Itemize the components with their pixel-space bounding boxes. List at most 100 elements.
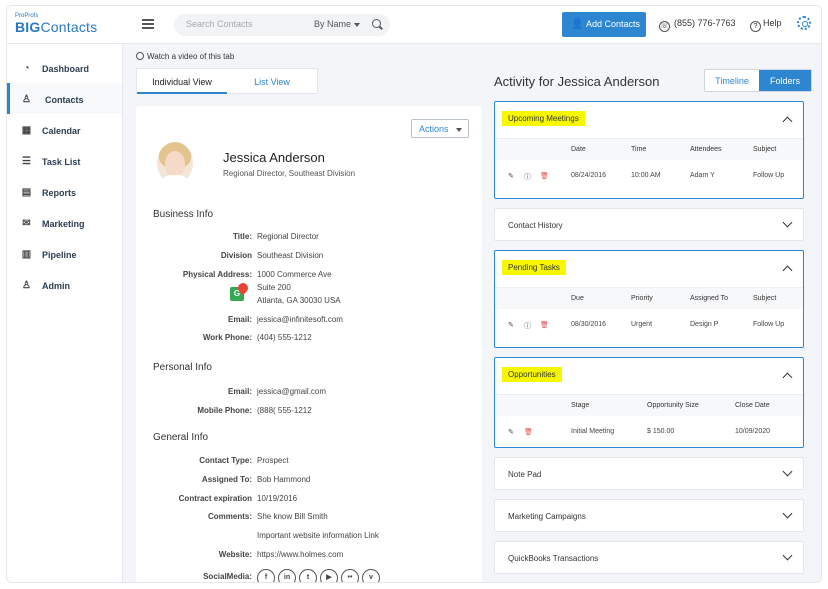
table-header: Stage Opportunity Size Close Date [495,394,803,416]
table-row: ✎ 🗑 Initial Meeting $ 150.00 10/09/2020 [508,428,771,436]
pipeline-icon: ▥ [21,249,32,260]
upcoming-meetings-panel: Upcoming Meetings Date Time Attendees Su… [494,101,804,199]
field-value: Atlanta, GA 30030 USA [257,296,341,305]
quickbooks-transactions-panel[interactable]: QuickBooks Transactions [494,541,804,574]
help-link[interactable]: ? Help [750,18,782,32]
field-value: Southeast Division [257,251,324,260]
chevron-up-icon[interactable] [782,372,793,383]
chevron-up-icon[interactable] [782,265,793,276]
field-label: Comments: [207,512,252,521]
report-icon: ▤ [21,187,32,198]
field-value: Suite 200 [257,283,291,292]
marketing-campaigns-panel[interactable]: Marketing Campaigns [494,499,804,532]
delete-icon[interactable]: 🗑 [540,321,549,329]
phone-number[interactable]: ☏ (855) 776-7763 [659,18,736,32]
field-value: Bob Hammond [257,475,311,484]
sidebar-item-contacts[interactable]: ♙ Contacts [7,83,122,114]
caret-down-icon [456,128,462,132]
field-label: Mobile Phone: [197,406,252,415]
field-label: Physical Address: [182,270,252,279]
field-label: Work Phone: [202,333,252,342]
watch-video-link[interactable]: Watch a video of this tab [136,52,234,61]
field-label: SocialMedia: [203,572,252,581]
view-tabs: Individual View List View [136,68,318,94]
info-link[interactable]: Important website information Link [257,531,379,540]
chevron-down-icon[interactable] [782,217,793,228]
help-icon: ? [750,21,761,32]
sidebar-item-admin[interactable]: ♙ Admin [7,269,122,300]
field-label: Email: [227,315,252,324]
sidebar-item-marketing[interactable]: ✉ Marketing [7,207,122,238]
add-user-icon: 👤 [571,19,584,30]
upcoming-meetings-header[interactable]: Upcoming Meetings [502,111,585,126]
search-bar[interactable]: Search Contacts By Name [174,14,390,36]
sidebar-item-task-list[interactable]: ☰ Task List [7,145,122,176]
field-label: Website: [218,550,252,559]
edit-icon[interactable]: ✎ [508,172,514,180]
field-label: Contract expiration [178,494,252,503]
edit-icon[interactable]: ✎ [508,321,514,329]
field-label: Assigned To: [201,475,252,484]
flickr-icon[interactable]: •• [341,569,359,582]
view-toggle: Timeline Folders [704,69,812,92]
field-label: Division [220,251,252,260]
personal-info-heading: Personal Info [153,362,212,373]
opportunities-panel: Opportunities Stage Opportunity Size Clo… [494,357,804,448]
user-icon: ♙ [22,94,31,105]
sidebar-item-calendar[interactable]: ▦ Calendar [7,114,122,145]
sidebar-item-dashboard[interactable]: ◔ Dashboard [7,52,122,83]
folders-button[interactable]: Folders [759,70,811,91]
sidebar-item-pipeline[interactable]: ▥ Pipeline [7,238,122,269]
chevron-down-icon[interactable] [782,466,793,477]
website-link[interactable]: https://www.holmes.com [257,550,343,559]
search-input[interactable]: Search Contacts [186,19,253,29]
delete-icon[interactable]: 🗑 [540,172,549,180]
search-by-dropdown[interactable]: By Name [314,19,351,29]
avatar [157,142,193,184]
youtube-icon[interactable]: ▶ [320,569,338,582]
top-header: ProProfs BIGContacts Search Contacts By … [7,6,821,44]
search-icon[interactable] [372,19,381,28]
mail-icon: ✉ [22,218,31,229]
google-maps-icon[interactable]: G [230,280,251,303]
field-value: 10/19/2016 [257,494,298,503]
gear-icon[interactable] [797,16,811,30]
timeline-button[interactable]: Timeline [705,70,759,91]
note-pad-panel[interactable]: Note Pad [494,457,804,490]
field-value: Regional Director [257,232,319,241]
personal-email-link[interactable]: jessica@gmail.com [257,387,326,396]
sidebar: ◔ Dashboard ♙ Contacts ▦ Calendar ☰ Task Lis… [7,44,123,582]
info-icon[interactable]: ⓘ [524,172,531,182]
field-value: 1000 Commerce Ave [257,270,332,279]
hamburger-icon[interactable] [142,19,154,29]
chevron-down-icon[interactable] [782,508,793,519]
field-label: Contact Type: [199,456,252,465]
business-info-heading: Business Info [153,209,214,220]
facebook-icon[interactable]: f [257,569,275,582]
twitter-icon[interactable]: t [299,569,317,582]
add-contacts-button[interactable]: 👤 Add Contacts [562,12,646,37]
field-value: (888( 555-1212 [257,406,312,415]
work-email-link[interactable]: jessica@infinitesoft.com [257,315,343,324]
contact-name: Jessica Anderson [223,150,325,165]
sidebar-item-reports[interactable]: ▤ Reports [7,176,122,207]
field-value: Prospect [257,456,289,465]
play-icon [136,52,144,60]
vimeo-icon[interactable]: v [362,569,380,582]
delete-icon[interactable]: 🗑 [524,428,533,436]
info-icon[interactable]: ⓘ [524,321,531,331]
chevron-up-icon[interactable] [782,116,793,127]
activity-title: Activity for Jessica Anderson [494,74,660,89]
opportunities-header[interactable]: Opportunities [502,367,562,382]
tab-list-view[interactable]: List View [227,69,317,94]
actions-dropdown[interactable]: Actions [411,119,469,138]
contact-card: Actions Jessica Anderson Regional Direct… [136,106,482,582]
linkedin-icon[interactable]: in [278,569,296,582]
contact-history-panel[interactable]: Contact History [494,208,804,241]
edit-icon[interactable]: ✎ [508,428,514,436]
caret-down-icon[interactable] [354,23,360,27]
logo[interactable]: ProProfs BIGContacts [15,13,97,35]
tab-individual-view[interactable]: Individual View [137,69,227,94]
pending-tasks-header[interactable]: Pending Tasks [502,260,566,275]
chevron-down-icon[interactable] [782,550,793,561]
